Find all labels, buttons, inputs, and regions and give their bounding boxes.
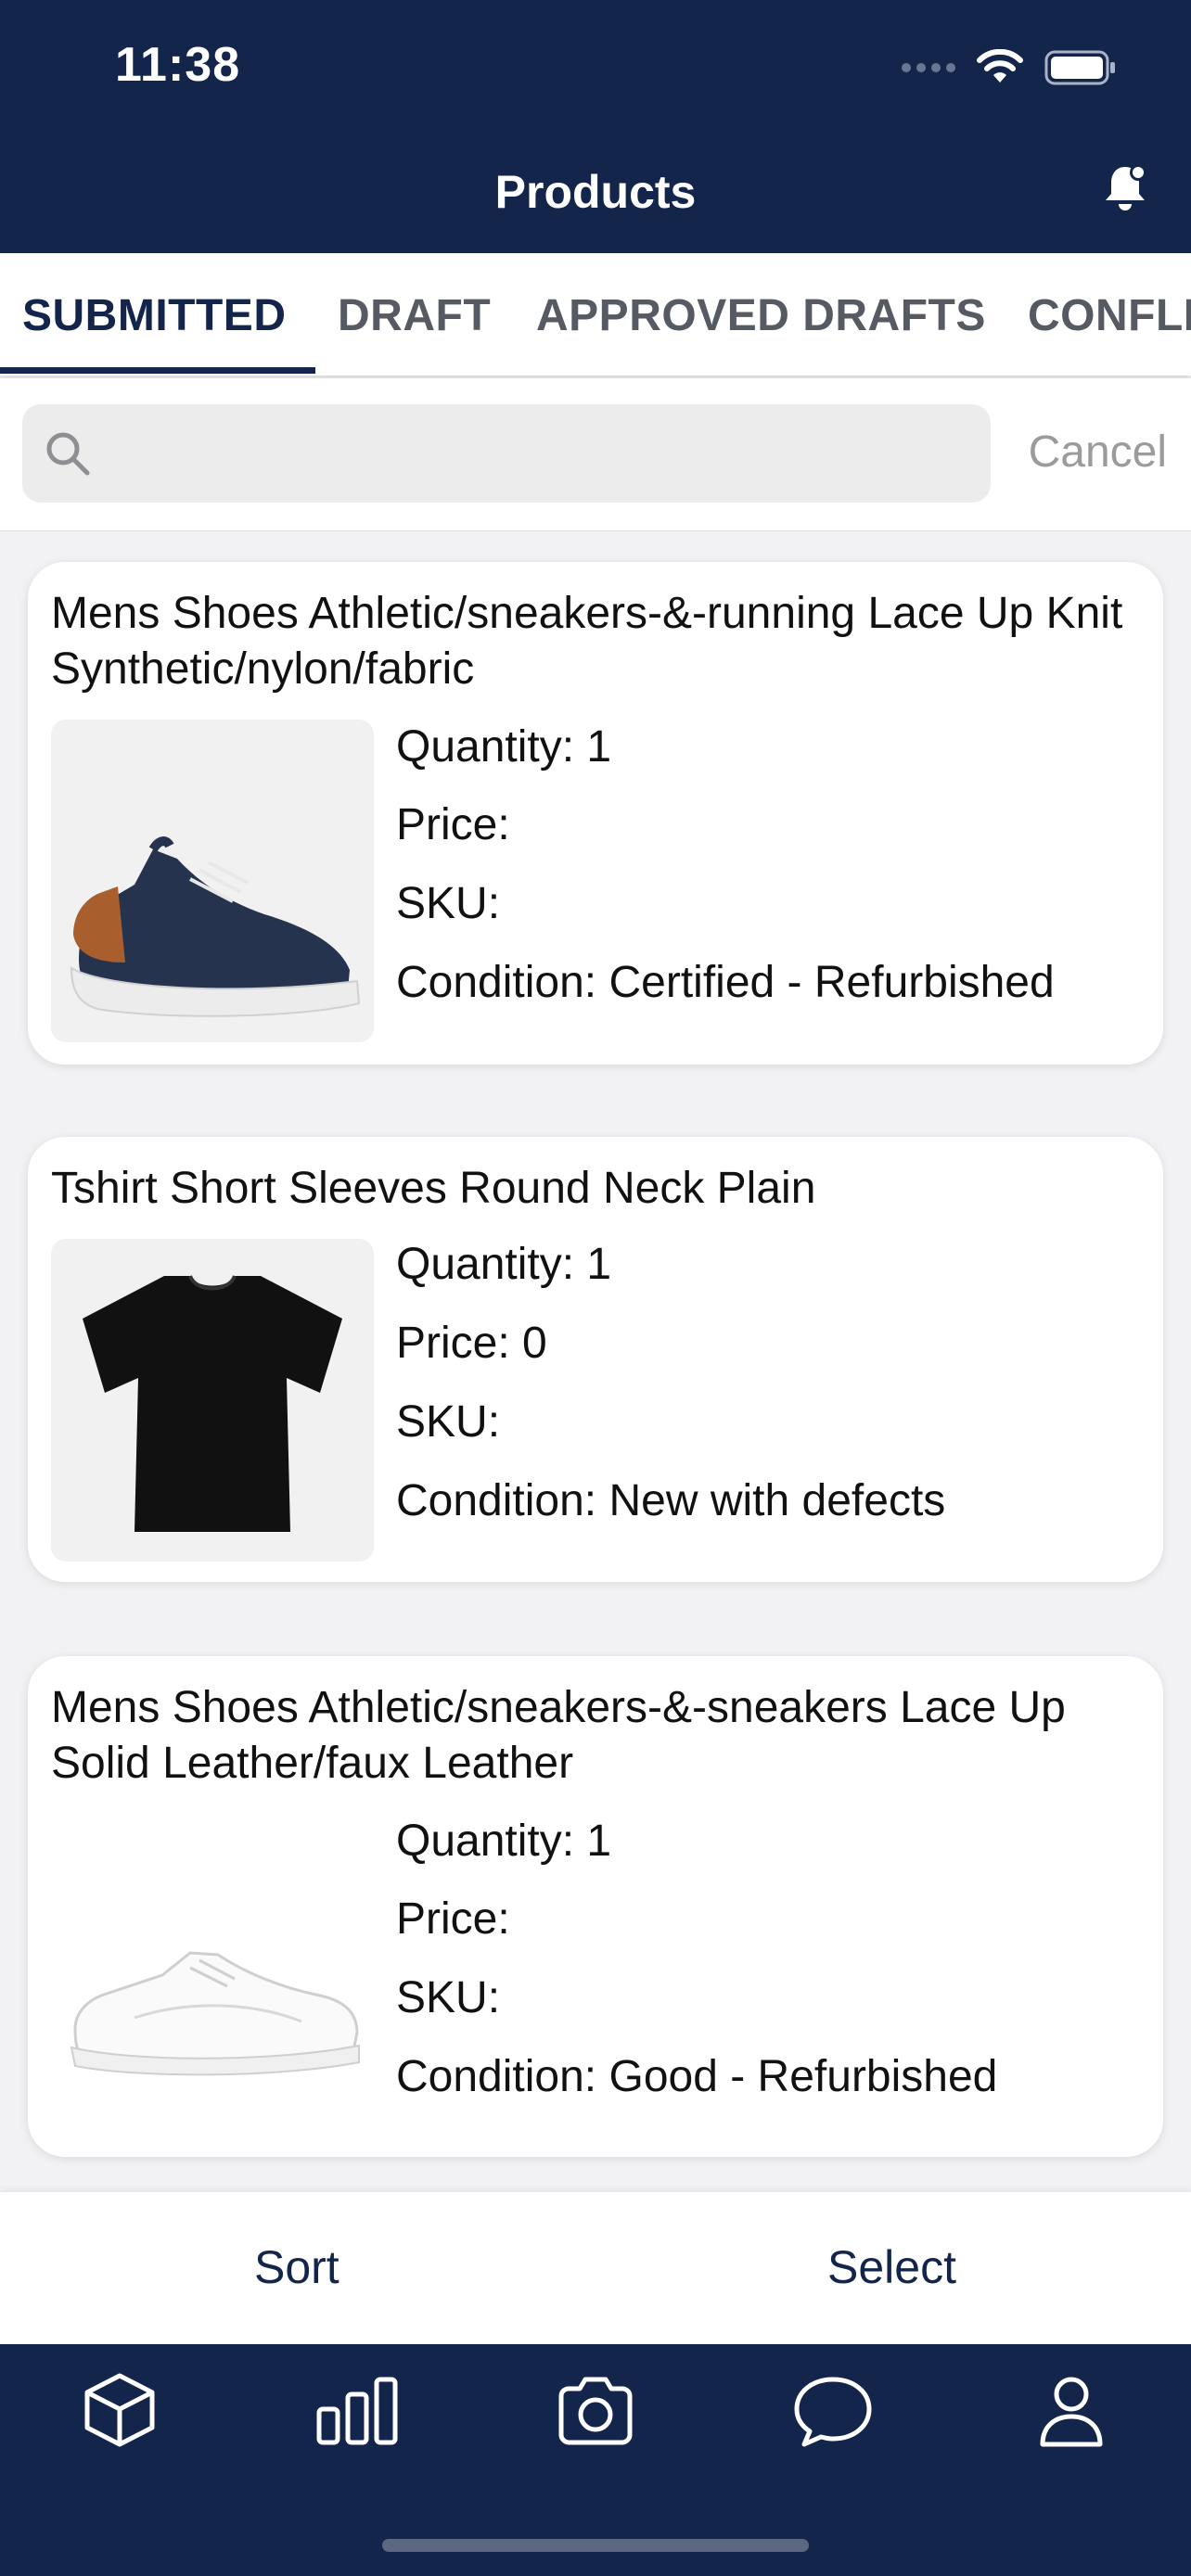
camera-icon[interactable] xyxy=(554,2368,637,2452)
sort-button[interactable]: Sort xyxy=(254,2240,339,2294)
tshirt-image xyxy=(83,1275,342,1532)
search-bar: Cancel xyxy=(0,378,1191,531)
product-card[interactable]: Mens Shoes Athletic/sneakers-&-sneakers … xyxy=(28,1656,1163,2157)
product-condition: Condition: Certified - Refurbished xyxy=(396,958,1055,1007)
product-image-navy-sneaker xyxy=(51,720,374,1042)
status-indicators xyxy=(902,46,1117,89)
product-title: Tshirt Short Sleeves Round Neck Plain xyxy=(51,1164,816,1213)
product-title: Mens Shoes Athletic/sneakers-&-running L… xyxy=(51,589,1123,694)
product-price: Price: 0 xyxy=(396,1319,547,1368)
status-tabs: SUBMITTED DRAFT APPROVED DRAFTS CONFLI xyxy=(0,253,1191,376)
select-button[interactable]: Select xyxy=(827,2240,956,2294)
product-sku: SKU: xyxy=(396,1397,501,1447)
product-price: Price: xyxy=(396,1894,510,1944)
product-sku: SKU: xyxy=(396,1973,501,2022)
bottom-tab-bar xyxy=(0,2344,1191,2576)
list-action-bar: Sort Select xyxy=(0,2192,1191,2344)
notification-bell-icon[interactable] xyxy=(1098,161,1152,215)
product-quantity: Quantity: 1 xyxy=(396,722,612,772)
product-quantity: Quantity: 1 xyxy=(396,1240,612,1289)
product-image-white-sneaker xyxy=(51,1814,374,2136)
cube-icon[interactable] xyxy=(78,2368,161,2452)
status-time: 11:38 xyxy=(115,38,241,92)
product-condition: Condition: New with defects xyxy=(396,1476,946,1525)
product-card[interactable]: Tshirt Short Sleeves Round Neck Plain Qu… xyxy=(28,1137,1163,1582)
cancel-button[interactable]: Cancel xyxy=(1029,427,1167,478)
chat-bubble-icon[interactable] xyxy=(791,2368,875,2452)
product-price: Price: xyxy=(396,800,510,849)
tab-conflicts[interactable]: CONFLI xyxy=(1028,290,1191,341)
wifi-icon xyxy=(977,49,1023,83)
battery-icon xyxy=(1044,50,1115,85)
tab-approved-drafts[interactable]: APPROVED DRAFTS xyxy=(536,290,986,341)
product-card[interactable]: Mens Shoes Athletic/sneakers-&-running L… xyxy=(28,562,1163,1065)
product-condition: Condition: Good - Refurbished xyxy=(396,2052,998,2101)
search-field[interactable] xyxy=(22,404,991,504)
search-icon xyxy=(46,432,90,476)
page-title: Products xyxy=(494,166,697,218)
product-quantity: Quantity: 1 xyxy=(396,1817,612,1866)
sneaker-image xyxy=(70,836,361,1017)
cellular-signal-icon xyxy=(902,63,955,72)
bar-chart-icon[interactable] xyxy=(315,2368,399,2452)
product-image-black-tshirt xyxy=(51,1239,374,1562)
app-header: 11:38 Products xyxy=(0,0,1191,253)
product-sku: SKU: xyxy=(396,879,501,928)
product-title: Mens Shoes Athletic/sneakers-&-sneakers … xyxy=(51,1683,1066,1788)
active-tab-indicator xyxy=(0,367,315,374)
sneaker-image xyxy=(70,1951,360,2076)
person-icon[interactable] xyxy=(1030,2368,1113,2452)
search-input[interactable] xyxy=(111,404,968,504)
home-indicator xyxy=(382,2539,809,2552)
tab-submitted[interactable]: SUBMITTED xyxy=(22,290,286,341)
tab-draft[interactable]: DRAFT xyxy=(338,290,491,341)
